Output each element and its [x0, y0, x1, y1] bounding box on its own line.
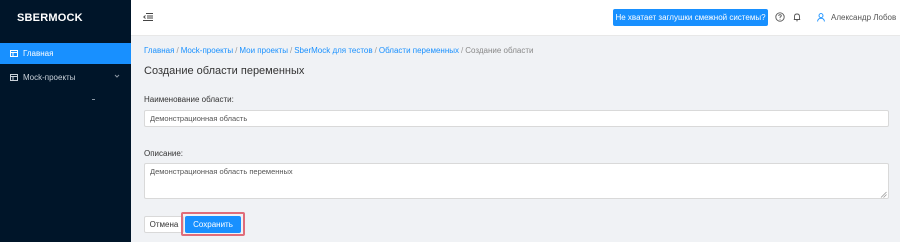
cancel-button[interactable]: Отмена	[144, 216, 184, 233]
breadcrumb-home[interactable]: Главная	[144, 46, 174, 55]
bell-icon[interactable]	[792, 12, 802, 22]
breadcrumb-separator: /	[176, 46, 179, 55]
sidebar-item-mock-projects[interactable]: Mock-проекты	[0, 67, 131, 88]
breadcrumb-project[interactable]: SberMock для тестов	[294, 46, 372, 55]
breadcrumb: Главная / Mock-проекты / Мои проекты / SberMoc…	[144, 46, 533, 55]
top-header: Не хватает заглушки смежной системы? Але…	[131, 0, 900, 36]
menu-fold-icon[interactable]	[143, 12, 153, 22]
user-menu[interactable]: Александр Лобов	[817, 11, 896, 23]
chevron-down-icon	[114, 73, 120, 79]
app-logo: SBERMOCK	[17, 12, 83, 24]
description-textarea[interactable]: Демонстрационная область переменных	[144, 163, 889, 199]
main-content: Главная / Mock-проекты / Мои проекты / SberMoc…	[131, 36, 900, 242]
area-name-input[interactable]	[144, 110, 889, 127]
sidebar-item-label: Главная	[23, 49, 54, 58]
sidebar-item-label: Mock-проекты	[23, 73, 76, 82]
area-name-label: Наименование области:	[144, 95, 234, 104]
sidebar-collapse-indicator	[92, 99, 95, 100]
breadcrumb-current: Создание области	[465, 46, 534, 55]
missing-stub-button[interactable]: Не хватает заглушки смежной системы?	[613, 9, 768, 26]
breadcrumb-variable-areas[interactable]: Области переменных	[379, 46, 459, 55]
breadcrumb-separator: /	[461, 46, 464, 55]
app: SBERMOCK Главная Mock-проекты Не хватает…	[0, 0, 900, 242]
page-title: Создание области переменных	[144, 65, 305, 77]
sidebar: SBERMOCK Главная Mock-проекты	[0, 0, 131, 242]
table-icon	[10, 74, 18, 81]
sidebar-item-home[interactable]: Главная	[0, 43, 131, 64]
question-icon[interactable]	[775, 12, 785, 22]
resize-handle-icon[interactable]	[880, 191, 887, 198]
save-button[interactable]: Сохранить	[185, 216, 241, 233]
breadcrumb-my-projects[interactable]: Мои проекты	[239, 46, 288, 55]
description-label: Описание:	[144, 149, 184, 158]
breadcrumb-mock-projects[interactable]: Mock-проекты	[181, 46, 233, 55]
user-name: Александр Лобов	[831, 12, 897, 22]
breadcrumb-separator: /	[374, 46, 377, 55]
breadcrumb-separator: /	[235, 46, 238, 55]
breadcrumb-separator: /	[289, 46, 293, 55]
table-icon	[10, 50, 18, 57]
user-icon	[817, 12, 825, 22]
